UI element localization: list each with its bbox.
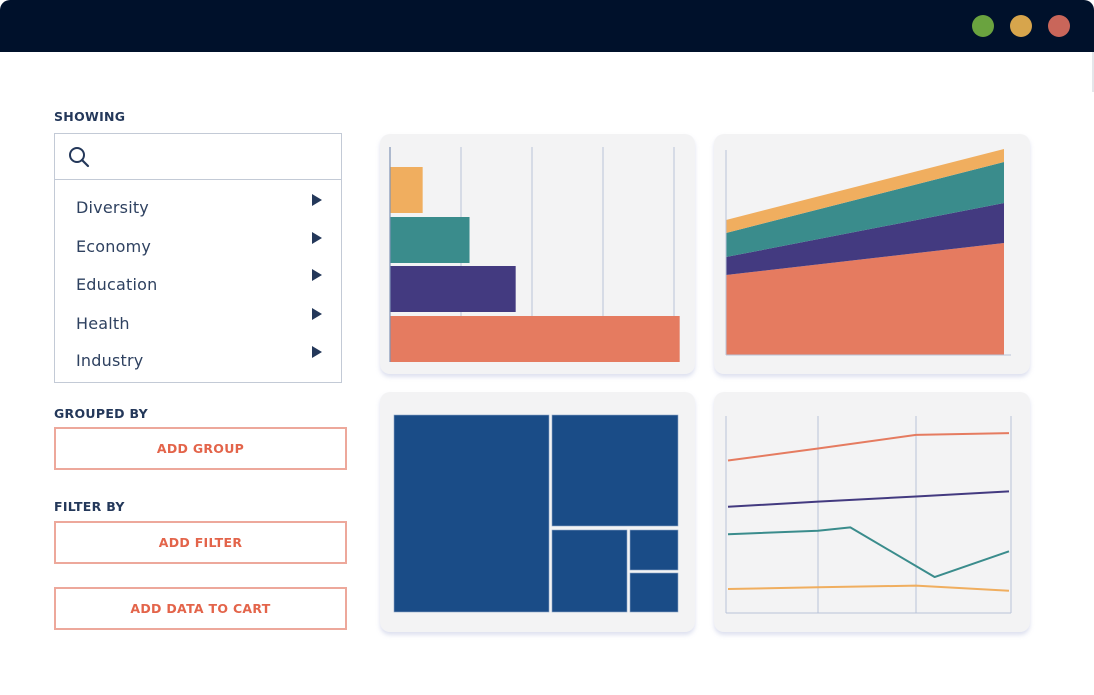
bar-d — [390, 316, 680, 362]
area-chart-card[interactable] — [714, 134, 1030, 374]
list-item-label: Diversity — [76, 198, 149, 217]
bar-b — [390, 217, 470, 263]
list-item-education[interactable]: Education — [55, 269, 341, 301]
chevron-right-icon — [312, 232, 322, 244]
line-orange — [727, 432, 1010, 462]
treemap-cell-3 — [551, 529, 628, 613]
chevron-right-icon — [312, 308, 322, 320]
treemap-cell-4 — [629, 529, 679, 571]
treemap-cell-2 — [551, 414, 679, 527]
category-panel: Diversity Economy Education Health Indus… — [54, 133, 342, 383]
add-data-to-cart-button[interactable]: ADD DATA TO CART — [54, 587, 347, 630]
bar-a — [390, 167, 423, 213]
bar-chart — [389, 147, 680, 362]
window-dot-red[interactable] — [1048, 15, 1070, 37]
list-item-diversity[interactable]: Diversity — [55, 194, 341, 224]
window-titlebar — [0, 0, 1094, 52]
bar-chart-card[interactable] — [380, 134, 695, 374]
chevron-right-icon — [312, 346, 322, 358]
grouped-by-label: GROUPED BY — [54, 406, 148, 421]
list-item-health[interactable]: Health — [55, 308, 341, 340]
window-dot-green[interactable] — [972, 15, 994, 37]
list-item-label: Health — [76, 314, 130, 333]
search-icon — [69, 147, 90, 168]
treemap-cell-1 — [393, 414, 550, 613]
bar-c — [390, 266, 516, 312]
list-item-economy[interactable]: Economy — [55, 232, 341, 263]
search-input[interactable] — [55, 134, 341, 180]
chevron-right-icon — [312, 194, 322, 206]
treemap-cell-5 — [629, 572, 679, 613]
treemap-chart — [393, 414, 679, 613]
line-purple — [727, 490, 1010, 508]
add-filter-button[interactable]: ADD FILTER — [54, 521, 347, 564]
filter-by-label: FILTER BY — [54, 499, 125, 514]
line-yellow — [727, 584, 1010, 592]
line-chart — [725, 416, 1012, 614]
chevron-right-icon — [312, 269, 322, 281]
line-chart-card[interactable] — [714, 392, 1030, 632]
list-item-label: Economy — [76, 237, 152, 256]
treemap-card[interactable] — [380, 392, 695, 632]
add-group-button[interactable]: ADD GROUP — [54, 427, 347, 470]
list-item-industry[interactable]: Industry — [55, 346, 341, 377]
window-dot-yellow[interactable] — [1010, 15, 1032, 37]
line-teal — [727, 526, 1010, 579]
list-item-label: Education — [76, 275, 158, 294]
showing-label: SHOWING — [54, 109, 126, 124]
list-item-label: Industry — [76, 351, 144, 370]
area-chart — [725, 149, 1011, 356]
